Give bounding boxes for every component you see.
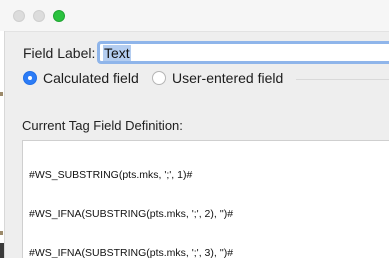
definition-line: #WS_IFNA(SUBSTRING(pts.mks, ';', 3), '')… [29, 247, 234, 258]
edge-mark [0, 243, 4, 258]
field-label-input[interactable]: Text [97, 41, 389, 64]
field-label-caption: Field Label: [23, 45, 96, 61]
user-entered-field-radio[interactable]: User-entered field [152, 70, 283, 86]
calculated-field-radio[interactable]: Calculated field [23, 70, 139, 86]
dialog-window: Field Label: Text Calculated field User-… [0, 0, 389, 258]
radio-unselected-icon[interactable] [152, 71, 166, 85]
calculated-field-label: Calculated field [43, 70, 139, 86]
title-bar [0, 0, 389, 32]
background-window-edge [0, 31, 5, 258]
definition-line: #WS_SUBSTRING(pts.mks, ';', 1)# [29, 169, 193, 181]
separator-line [296, 79, 389, 80]
user-entered-field-label: User-entered field [172, 70, 284, 86]
definition-text-area[interactable]: #WS_SUBSTRING(pts.mks, ';', 1)# #WS_IFNA… [22, 140, 389, 258]
edge-mark [0, 231, 3, 235]
radio-selected-icon[interactable] [23, 71, 37, 85]
field-label-value: Text [103, 45, 131, 61]
minimize-window-icon[interactable] [33, 10, 45, 22]
edge-mark [0, 92, 3, 96]
definition-line: #WS_IFNA(SUBSTRING(pts.mks, ';', 2), '')… [29, 208, 234, 220]
close-window-icon[interactable] [13, 10, 25, 22]
zoom-window-icon[interactable] [53, 10, 65, 22]
definition-label: Current Tag Field Definition: [22, 118, 183, 133]
